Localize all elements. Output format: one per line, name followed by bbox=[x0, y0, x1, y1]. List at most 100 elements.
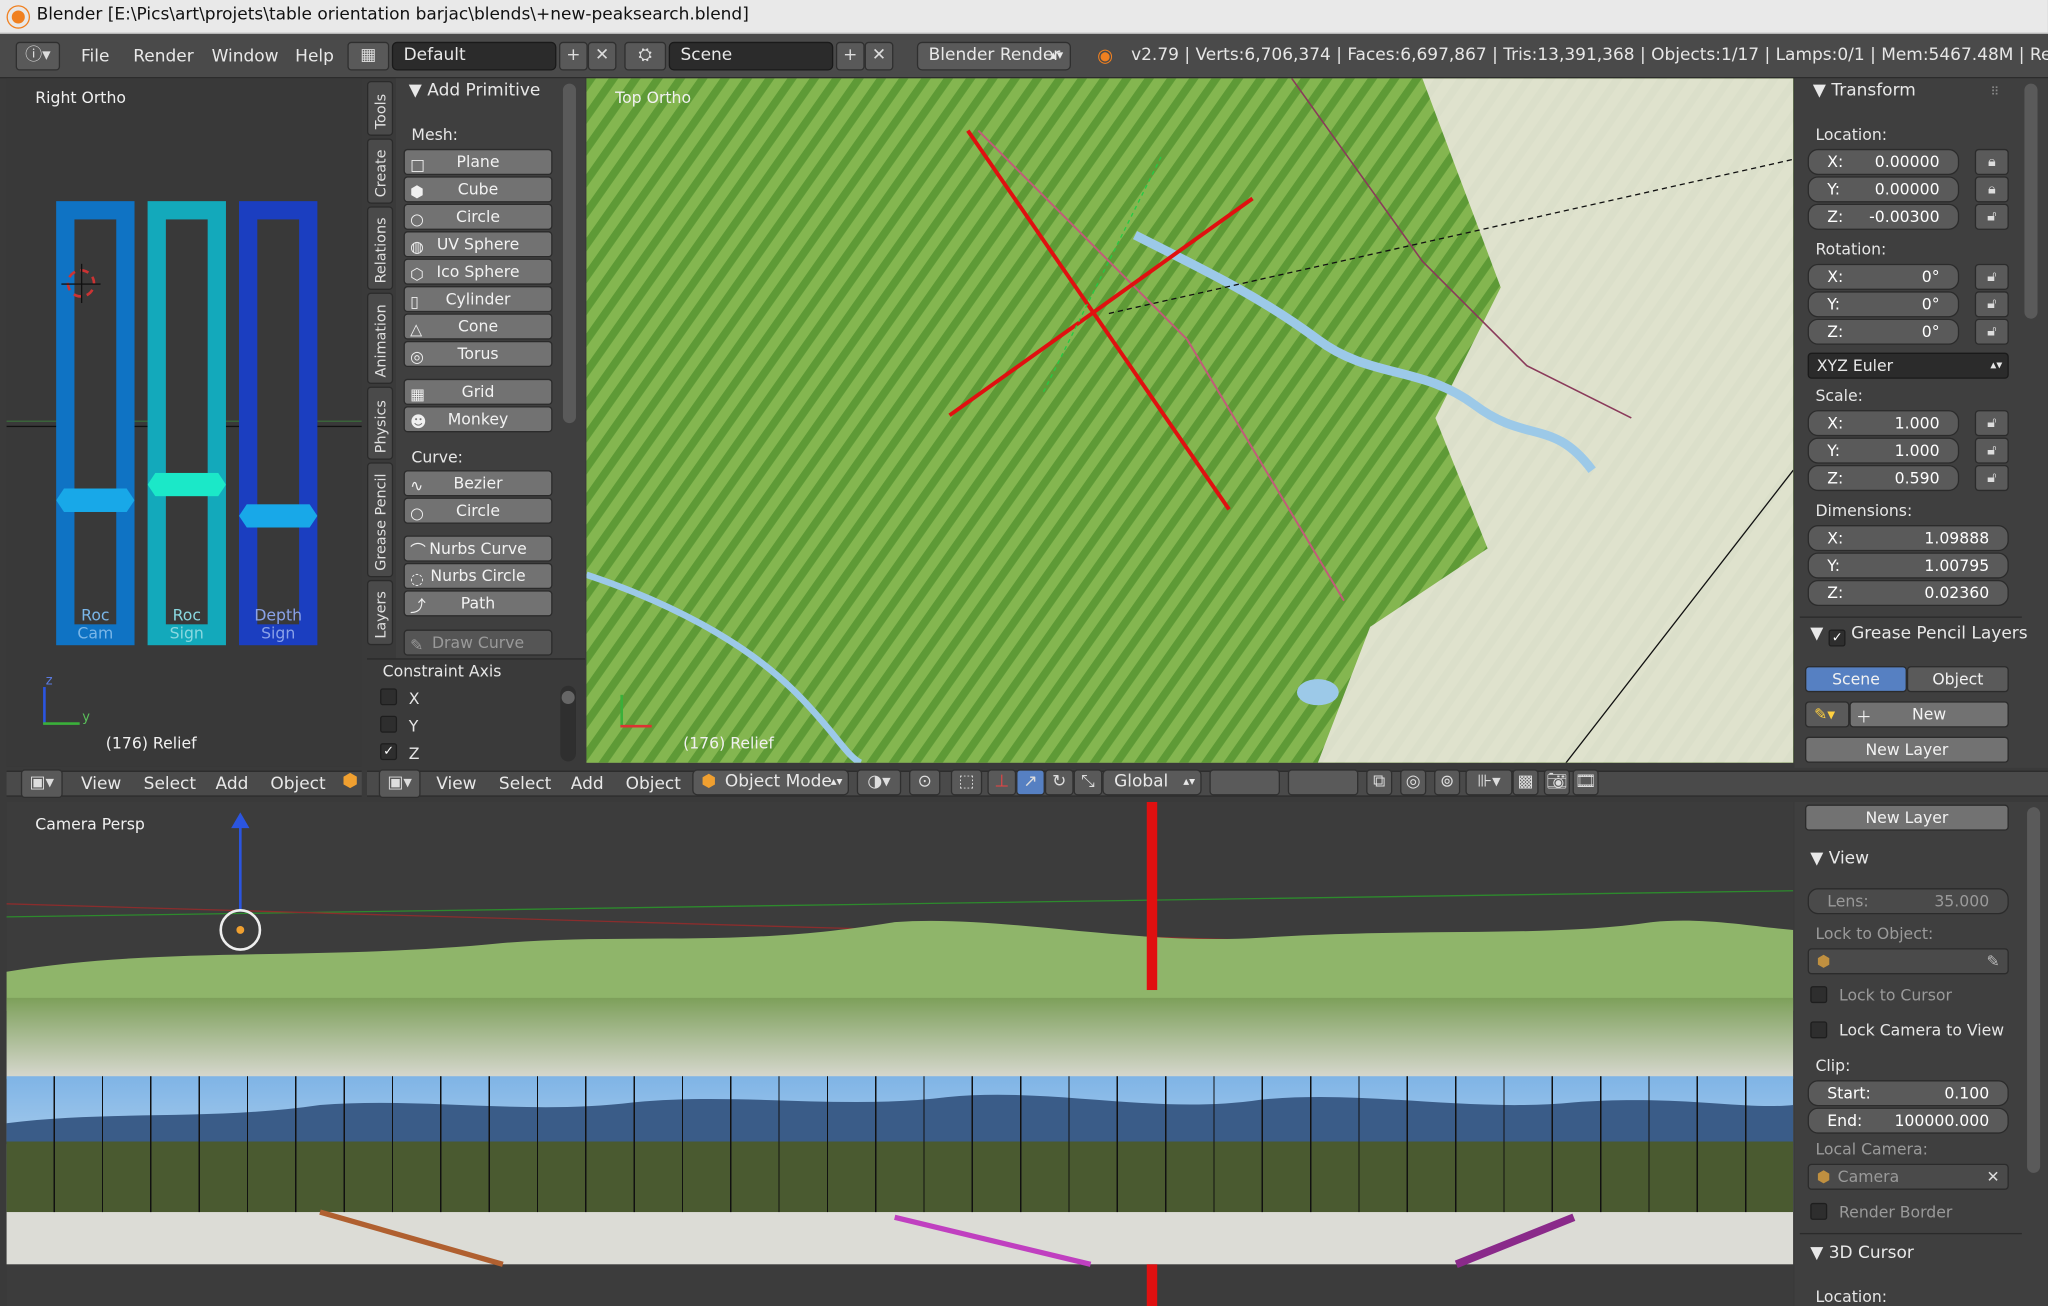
3d-cursor-title[interactable]: ▼ 3D Cursor bbox=[1810, 1243, 1914, 1263]
view-properties-scrollbar[interactable] bbox=[2027, 807, 2041, 1173]
draw-curve-button[interactable]: ✎ Draw Curve bbox=[403, 629, 553, 656]
camera-origin-icon[interactable] bbox=[219, 909, 262, 951]
tab-grease-pencil[interactable]: Grease Pencil bbox=[367, 462, 394, 578]
add-uv-sphere-button[interactable]: ◍ UV Sphere bbox=[403, 231, 553, 258]
view-title[interactable]: ▼ View bbox=[1810, 849, 1869, 869]
unlock-icon[interactable]: 🔓︎ bbox=[1974, 203, 2009, 230]
snap-target-icon[interactable]: ▩ bbox=[1512, 769, 1539, 796]
transform-title[interactable]: ▼ Transform bbox=[1813, 81, 1916, 101]
render-border-checkbox[interactable] bbox=[1810, 1202, 1828, 1220]
scale-x-field[interactable]: X: 1.000 bbox=[1807, 410, 1960, 437]
transform-orientation-select[interactable]: Global ▴▾ bbox=[1102, 769, 1202, 796]
scale-icon[interactable]: ⤡ bbox=[1073, 769, 1103, 796]
layout-grid-icon[interactable]: ▦ bbox=[347, 41, 390, 71]
add-curve-circle-button[interactable]: ○ Circle bbox=[403, 497, 553, 524]
dimension-z-field[interactable]: Z: 0.02360 bbox=[1807, 579, 2009, 607]
viewport-shading-icon[interactable]: ◑▾ bbox=[856, 769, 902, 796]
remove-layout-icon[interactable]: ✕ bbox=[587, 41, 617, 71]
occlude-icon[interactable]: ⬚ bbox=[950, 769, 983, 796]
lock-object-field[interactable]: ⬢ ✎ bbox=[1807, 948, 2009, 975]
top-ortho-viewport[interactable]: Top Ortho (176) Relief bbox=[586, 78, 1794, 763]
location-y-field[interactable]: Y: 0.00000 bbox=[1807, 176, 1960, 203]
add-path-button[interactable]: ⤴ Path bbox=[403, 590, 553, 617]
snap-element-icon[interactable]: ⊪▾ bbox=[1465, 769, 1513, 796]
add-cube-button[interactable]: ⬢ Cube bbox=[403, 176, 553, 203]
menu-select[interactable]: Select bbox=[499, 775, 551, 795]
right-ortho-viewport[interactable]: Right Ortho RocCam RocSign DepthSign bbox=[6, 78, 362, 767]
add-scene-icon[interactable]: + bbox=[835, 41, 865, 71]
camera-persp-viewport[interactable]: Camera Persp bbox=[6, 801, 1794, 1306]
scale-z-field[interactable]: Z: 0.590 bbox=[1807, 464, 1960, 492]
scene-selector[interactable]: Scene bbox=[668, 41, 834, 71]
add-ico-sphere-button[interactable]: ⬡ Ico Sphere bbox=[403, 258, 553, 285]
menu-render[interactable]: Render bbox=[133, 47, 193, 67]
rotation-mode-select[interactable]: XYZ Euler ▴▾ bbox=[1807, 352, 2009, 379]
editor-type-3dview-icon[interactable]: ▣▾ bbox=[378, 769, 421, 799]
menu-add[interactable]: Add bbox=[571, 775, 604, 795]
gp-scene-tab[interactable]: Scene bbox=[1805, 666, 1907, 693]
add-layout-icon[interactable]: + bbox=[559, 41, 588, 71]
pencil-icon[interactable]: ✎▾ bbox=[1805, 701, 1850, 728]
scale-y-field[interactable]: Y: 1.000 bbox=[1807, 437, 1960, 464]
slider-handle[interactable] bbox=[147, 472, 226, 497]
manipulator-icon[interactable]: ⊥ bbox=[987, 769, 1017, 796]
tab-layers[interactable]: Layers bbox=[367, 579, 394, 646]
render-anim-icon[interactable]: 🎞︎ bbox=[1572, 769, 1599, 796]
slider-handle[interactable] bbox=[239, 504, 318, 528]
tab-animation[interactable]: Animation bbox=[367, 292, 394, 384]
proportional-icon[interactable]: ◎ bbox=[1400, 769, 1427, 796]
add-cone-button[interactable]: △ Cone bbox=[403, 313, 553, 340]
editor-type-3dview-icon[interactable]: ▣▾ bbox=[20, 769, 63, 799]
object-mode-icon[interactable]: ⬢ bbox=[342, 771, 358, 792]
tab-physics[interactable]: Physics bbox=[367, 386, 394, 460]
add-cylinder-button[interactable]: ▯ Cylinder bbox=[403, 286, 553, 313]
unlock-icon[interactable]: 🔓︎ bbox=[1974, 318, 2009, 345]
menu-view[interactable]: View bbox=[436, 775, 476, 795]
add-bezier-button[interactable]: ∿ Bezier bbox=[403, 470, 553, 497]
dimension-y-field[interactable]: Y: 1.00795 bbox=[1807, 552, 2009, 579]
add-nurbs-curve-button[interactable]: ⌒ Nurbs Curve bbox=[403, 535, 553, 562]
render-engine-select[interactable]: Blender Render ▴▾ bbox=[916, 41, 1072, 71]
tab-tools[interactable]: Tools bbox=[367, 80, 394, 136]
constraint-x-checkbox[interactable] bbox=[380, 688, 398, 706]
rotate-icon[interactable]: ↻ bbox=[1044, 769, 1074, 796]
location-x-field[interactable]: X: 0.00000 bbox=[1807, 148, 1960, 176]
unlock-icon[interactable]: 🔓︎ bbox=[1974, 464, 2009, 492]
left-menu-view[interactable]: View bbox=[81, 775, 121, 795]
add-plane-button[interactable]: □ Plane bbox=[403, 148, 553, 176]
layers-grid-a[interactable] bbox=[1209, 769, 1280, 796]
grease-pencil-layers-title[interactable]: ▼ ✓ Grease Pencil Layers bbox=[1810, 624, 2028, 647]
constraint-scrollbar[interactable] bbox=[560, 685, 576, 762]
tab-relations[interactable]: Relations bbox=[367, 206, 394, 290]
unlock-icon[interactable]: 🔓︎ bbox=[1974, 291, 2009, 318]
toolshelf-scrollbar[interactable] bbox=[562, 83, 576, 424]
rotation-z-field[interactable]: Z: 0° bbox=[1807, 318, 1960, 345]
gp-object-tab[interactable]: Object bbox=[1906, 666, 2009, 693]
clip-start-field[interactable]: Start: 0.100 bbox=[1807, 1080, 2009, 1107]
clip-end-field[interactable]: End: 100000.000 bbox=[1807, 1107, 2009, 1134]
properties-scrollbar[interactable] bbox=[2024, 83, 2038, 319]
constraint-y-checkbox[interactable] bbox=[380, 715, 398, 733]
left-menu-add[interactable]: Add bbox=[216, 775, 249, 795]
slider-roc-sign[interactable]: Roc Sign bbox=[147, 201, 226, 646]
menu-window[interactable]: Window bbox=[212, 47, 279, 67]
unlock-icon[interactable]: 🔓︎ bbox=[1974, 263, 2009, 290]
add-monkey-button[interactable]: ☻ Monkey bbox=[403, 406, 553, 433]
local-camera-field[interactable]: ⬢ Camera ✕ bbox=[1807, 1163, 2009, 1190]
render-icon[interactable]: 📷︎ bbox=[1543, 769, 1570, 796]
mode-select[interactable]: ⬢ Object Mode ▴▾ bbox=[692, 769, 849, 796]
unlock-icon[interactable]: 🔓︎ bbox=[1974, 410, 2009, 437]
lock-icon[interactable]: 🔒︎ bbox=[1974, 148, 2009, 176]
unlock-icon[interactable]: 🔓︎ bbox=[1974, 437, 2009, 464]
slider-depth-sign[interactable]: Depth Sign bbox=[239, 201, 318, 646]
pivot-icon[interactable]: ⊙ bbox=[909, 769, 941, 796]
location-z-field[interactable]: Z: -0.00300 bbox=[1807, 203, 1960, 230]
menu-file[interactable]: File bbox=[81, 47, 109, 67]
layout-selector[interactable]: Default bbox=[391, 41, 557, 71]
rotation-y-field[interactable]: Y: 0° bbox=[1807, 291, 1960, 318]
scene-icon[interactable]: ⛭ bbox=[624, 41, 667, 71]
left-menu-object[interactable]: Object bbox=[270, 775, 325, 795]
gp-new-button[interactable]: ＋ New bbox=[1849, 701, 2009, 728]
remove-scene-icon[interactable]: ✕ bbox=[864, 41, 894, 71]
constraint-z-checkbox[interactable]: ✓ bbox=[380, 743, 398, 761]
